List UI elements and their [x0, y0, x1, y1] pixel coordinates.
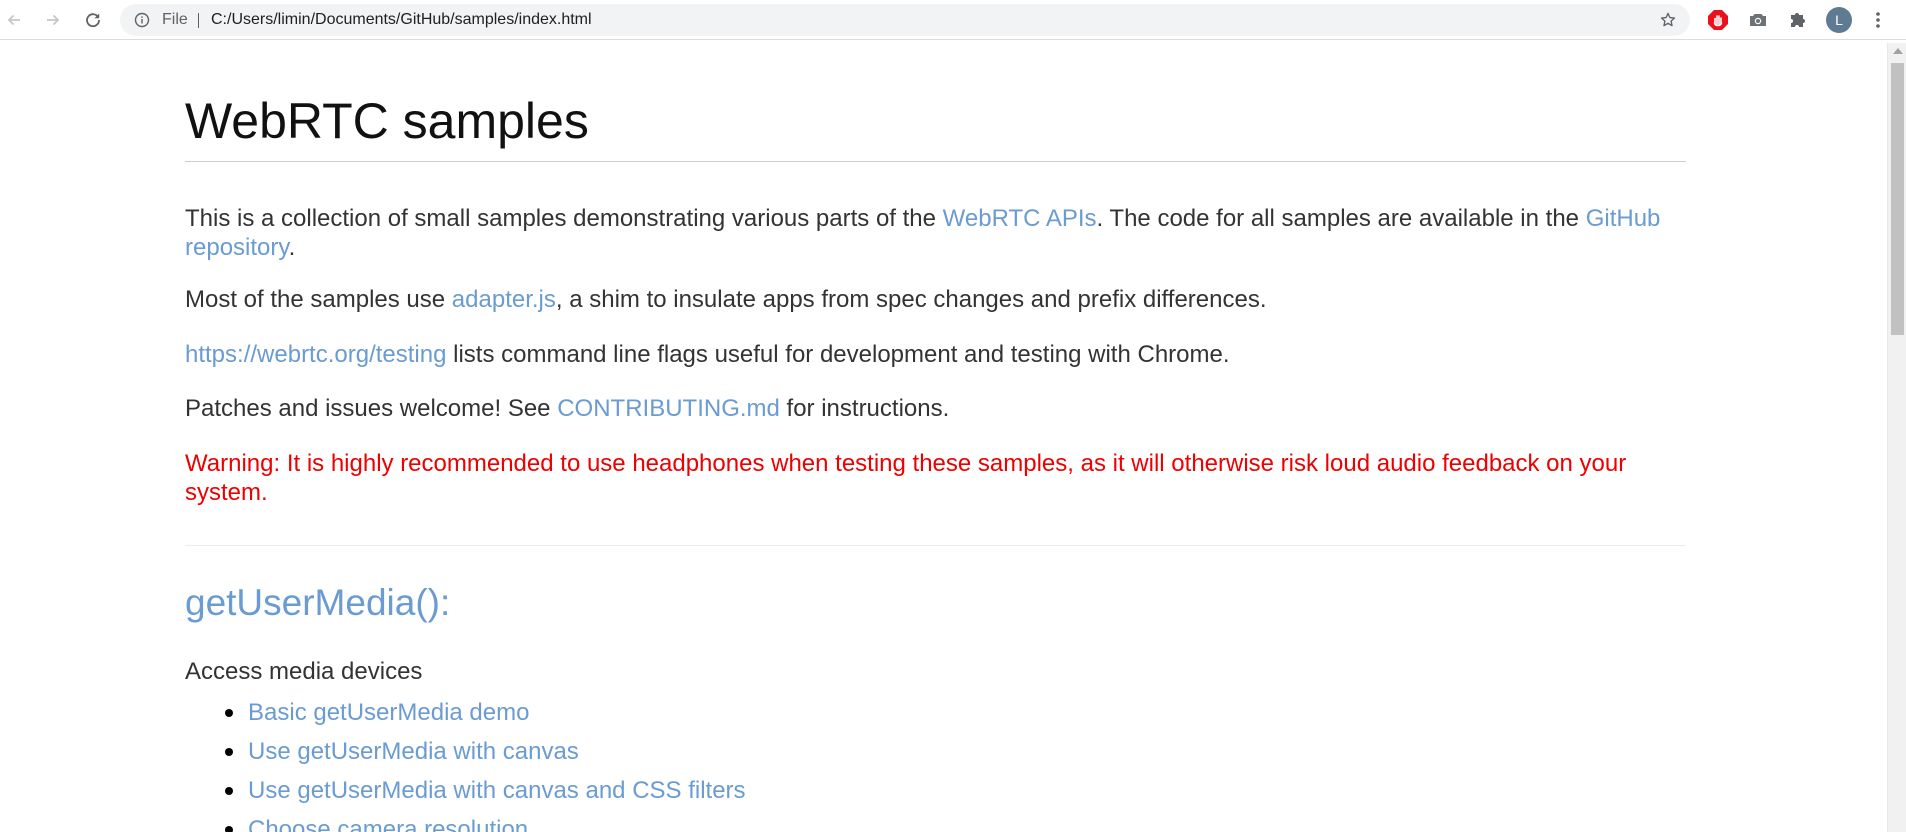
list-item: Use getUserMedia with canvas and CSS fil… — [185, 776, 746, 815]
reload-icon — [86, 13, 100, 28]
bullet — [225, 709, 233, 717]
contributing-link[interactable]: CONTRIBUTING.md — [557, 395, 780, 422]
intro-text-after: . — [288, 234, 296, 261]
profile-avatar[interactable]: L — [1826, 7, 1852, 33]
bullet — [225, 826, 233, 832]
browser-toolbar: File C:/Users/limin/Documents/GitHub/sam… — [0, 0, 1906, 40]
adblock-icon[interactable] — [1707, 9, 1729, 31]
intro-paragraph: This is a collection of small samples de… — [185, 204, 1686, 262]
adapter-text-before: Most of the samples use — [185, 286, 452, 313]
section-description: Access media devices — [185, 658, 423, 685]
url-separator — [198, 13, 199, 28]
patches-text-after: for instructions. — [779, 395, 950, 422]
vertical-scrollbar[interactable] — [1887, 43, 1906, 832]
list-item: Choose camera resolution — [185, 815, 746, 832]
sample-list: Basic getUserMedia demo Use getUserMedia… — [185, 698, 746, 832]
scroll-up-arrow-icon[interactable] — [1893, 48, 1903, 54]
bullet — [225, 748, 233, 756]
testing-paragraph: https://webrtc.org/testing lists command… — [185, 340, 1686, 369]
testing-text-after: lists command line flags useful for deve… — [446, 341, 1230, 368]
back-button[interactable] — [0, 3, 31, 37]
arrow-left-icon — [7, 14, 20, 26]
url-scheme-label: File — [162, 11, 188, 28]
getusermedia-section-link[interactable]: getUserMedia(): — [185, 582, 450, 623]
adapter-paragraph: Most of the samples use adapter.js, a sh… — [185, 285, 1686, 314]
title-divider — [185, 161, 1686, 162]
intro-text-middle: . The code for all samples are available… — [1096, 205, 1586, 232]
webrtc-testing-link[interactable]: https://webrtc.org/testing — [185, 341, 446, 368]
forward-button[interactable] — [36, 3, 70, 37]
getusermedia-canvas-css-filters-link[interactable]: Use getUserMedia with canvas and CSS fil… — [248, 777, 746, 804]
webrtc-apis-link[interactable]: WebRTC APIs — [943, 205, 1097, 232]
address-bar[interactable]: File C:/Users/limin/Documents/GitHub/sam… — [120, 4, 1690, 36]
patches-paragraph: Patches and issues welcome! See CONTRIBU… — [185, 394, 1686, 423]
scrollbar-thumb[interactable] — [1891, 63, 1904, 335]
url-text[interactable]: C:/Users/limin/Documents/GitHub/samples/… — [211, 4, 592, 36]
patches-text-before: Patches and issues welcome! See — [185, 395, 558, 422]
getusermedia-canvas-link[interactable]: Use getUserMedia with canvas — [248, 738, 579, 765]
list-item: Basic getUserMedia demo — [185, 698, 746, 737]
arrow-right-icon — [47, 14, 60, 26]
section-divider — [185, 545, 1686, 546]
camera-icon[interactable] — [1747, 9, 1769, 31]
bullet — [225, 787, 233, 795]
info-icon[interactable] — [134, 12, 150, 28]
basic-getusermedia-demo-link[interactable]: Basic getUserMedia demo — [248, 699, 529, 726]
choose-camera-resolution-link[interactable]: Choose camera resolution — [248, 816, 528, 832]
headphones-warning: Warning: It is highly recommended to use… — [185, 450, 1627, 506]
star-icon[interactable] — [1659, 11, 1677, 29]
puzzle-icon[interactable] — [1787, 9, 1809, 31]
page-title: WebRTC samples — [185, 93, 589, 149]
kebab-menu-icon[interactable] — [1870, 8, 1886, 32]
adapter-js-link[interactable]: adapter.js — [452, 286, 556, 313]
list-item: Use getUserMedia with canvas — [185, 737, 746, 776]
reload-button[interactable] — [76, 3, 110, 37]
adapter-text-after: , a shim to insulate apps from spec chan… — [555, 286, 1267, 313]
section-heading: getUserMedia(): — [185, 581, 450, 625]
intro-text-before: This is a collection of small samples de… — [185, 205, 943, 232]
